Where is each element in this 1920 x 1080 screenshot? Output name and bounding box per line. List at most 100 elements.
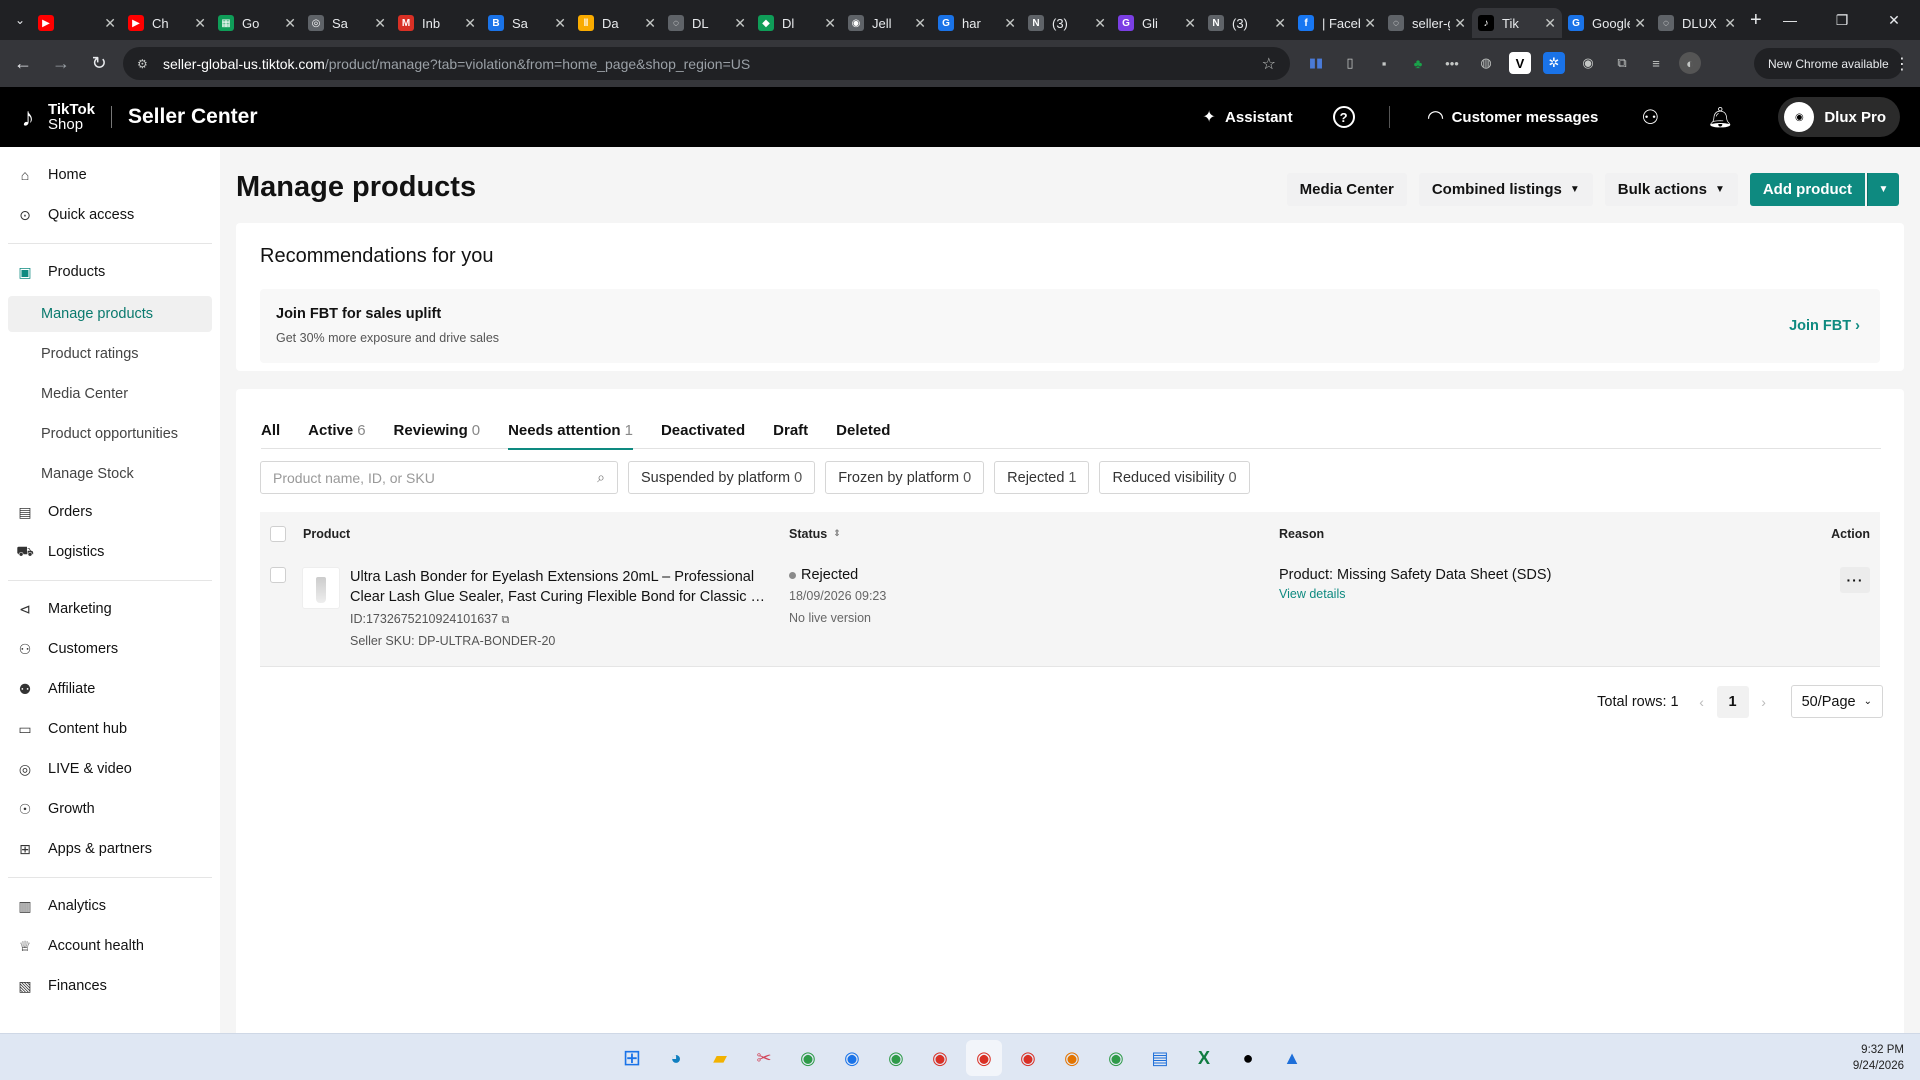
tab-close-icon[interactable]: ✕ (1544, 15, 1556, 32)
select-all-checkbox[interactable] (270, 525, 286, 542)
view-details-link[interactable]: View details (1279, 587, 1551, 601)
filter-chip-frozen-by-platform[interactable]: Frozen by platform 0 (825, 461, 985, 494)
help-icon[interactable]: ? (1332, 106, 1355, 128)
back-button[interactable]: ← (8, 53, 38, 74)
page-size-select[interactable]: 50/Page ⌄ (1790, 685, 1883, 718)
sidebar-item-logistics[interactable]: ⛟ Logistics (8, 532, 212, 572)
chrome-profile-icon[interactable]: ◉ (834, 1040, 870, 1076)
browser-tab[interactable]: ▦ Go ✕ (212, 8, 302, 38)
chrome-profile-icon[interactable]: ◉ (790, 1040, 826, 1076)
sidebar-item-marketing[interactable]: ⊲ Marketing (8, 589, 212, 629)
new-tab-button[interactable]: + (1750, 9, 1762, 32)
extension-leaf-icon[interactable]: ♣ (1407, 52, 1429, 74)
browser-tab[interactable]: ▶ Ch ✕ (122, 8, 212, 38)
add-product-button[interactable]: Add product (1749, 173, 1865, 206)
sidebar-sub-product-opportunities[interactable]: Product opportunities (8, 416, 212, 452)
browser-tab[interactable]: ‖ Da ✕ (572, 8, 662, 38)
tab-close-icon[interactable]: ✕ (1724, 15, 1736, 32)
sidebar-item-content-hub[interactable]: ▭ Content hub (8, 709, 212, 749)
tab-close-icon[interactable]: ✕ (554, 15, 566, 32)
extension-gear-icon[interactable]: ✲ (1543, 52, 1565, 74)
tab-close-icon[interactable]: ✕ (1094, 15, 1106, 32)
sidebar-item-live-video[interactable]: ◎ LIVE & video (8, 749, 212, 789)
assistant-button[interactable]: ✦ Assistant (1197, 105, 1292, 129)
chrome-active-icon[interactable]: ◉ (966, 1040, 1002, 1076)
tab-close-icon[interactable]: ✕ (464, 15, 476, 32)
tab-close-icon[interactable]: ✕ (1364, 15, 1376, 32)
chrome-profile-icon[interactable]: ◉ (1010, 1040, 1046, 1076)
search-icon[interactable]: ⌕ (597, 469, 605, 486)
user-account-menu[interactable]: ◉ Dlux Pro (1778, 97, 1900, 137)
photos-icon[interactable]: ▲ (1274, 1040, 1310, 1076)
sidebar-sub-media-center[interactable]: Media Center (8, 376, 212, 412)
browser-tab[interactable]: G Gli ✕ (1112, 8, 1202, 38)
window-app-icon[interactable]: ▤ (1142, 1040, 1178, 1076)
profile-avatar-icon[interactable]: ◐ (1679, 52, 1701, 74)
tab-all[interactable]: All (261, 411, 280, 449)
customer-messages-button[interactable]: ◠ Customer messages (1424, 105, 1598, 129)
add-product-dropdown[interactable]: ▼ (1867, 173, 1899, 206)
tab-close-icon[interactable]: ✕ (734, 15, 746, 32)
notification-bell-icon[interactable]: 🔔︎ (1708, 105, 1733, 129)
sidebar-item-analytics[interactable]: ▥ Analytics (8, 886, 212, 926)
media-center-button[interactable]: Media Center (1286, 173, 1407, 206)
edge-icon[interactable]: ◕ (658, 1040, 694, 1076)
minimize-button[interactable]: — (1764, 0, 1816, 40)
bulk-actions-button[interactable]: Bulk actions ▼ (1604, 173, 1738, 206)
close-window-button[interactable]: ✕ (1868, 0, 1920, 40)
combined-listings-button[interactable]: Combined listings ▼ (1418, 173, 1593, 206)
browser-tab[interactable]: B Sa ✕ (482, 8, 572, 38)
chrome-profile-icon[interactable]: ◉ (878, 1040, 914, 1076)
tab-deactivated[interactable]: Deactivated (661, 411, 745, 449)
tab-needs-attention[interactable]: Needs attention 1 (508, 411, 633, 450)
tab-close-icon[interactable]: ✕ (644, 15, 656, 32)
excel-icon[interactable]: X (1186, 1040, 1222, 1076)
tab-search-dropdown[interactable]: ⌄ (8, 13, 32, 27)
site-info-icon[interactable]: ⚙ (137, 57, 153, 71)
tab-close-icon[interactable]: ✕ (1634, 15, 1646, 32)
browser-tab[interactable]: G Google ✕ (1562, 8, 1652, 38)
chrome-menu-icon[interactable]: ⋮ (1894, 54, 1910, 74)
browser-tab[interactable]: f | Facebo✕ (1292, 8, 1382, 38)
browser-tab[interactable]: ◎ Sa ✕ (302, 8, 392, 38)
filter-chip-rejected[interactable]: Rejected 1 (994, 461, 1090, 494)
sidebar-sub-manage-products[interactable]: Manage products (8, 296, 212, 332)
snipping-tool-icon[interactable]: ✂ (746, 1040, 782, 1076)
extensions-puzzle-icon[interactable]: ⧉ (1611, 52, 1633, 74)
extension-chat-icon[interactable]: ◍ (1475, 52, 1497, 74)
page-number[interactable]: 1 (1716, 685, 1749, 718)
system-clock[interactable]: 9:32 PM 9/24/2026 (1853, 1042, 1904, 1074)
filter-chip-reduced-visibility[interactable]: Reduced visibility 0 (1099, 461, 1250, 494)
tab-close-icon[interactable]: ✕ (194, 15, 206, 32)
extension-globe-icon[interactable]: ◉ (1577, 52, 1599, 74)
sidebar-item-finances[interactable]: ▧ Finances (8, 966, 212, 1006)
browser-tab[interactable]: ▶ ✕ (32, 8, 122, 38)
extension-file-icon[interactable]: ▪ (1373, 52, 1395, 74)
browser-tab[interactable]: N (3) ✕ (1202, 8, 1292, 38)
media-controls-icon[interactable]: ≡ (1645, 52, 1667, 74)
browser-tab[interactable]: ◌ seller-g✕ (1382, 8, 1472, 38)
browser-tab[interactable]: N (3) ✕ (1022, 8, 1112, 38)
sidebar-item-growth[interactable]: ☉ Growth (8, 789, 212, 829)
column-status[interactable]: Status ⇕ (789, 527, 841, 541)
extension-chart-icon[interactable]: ▮▮ (1305, 52, 1327, 74)
tab-close-icon[interactable]: ✕ (824, 15, 836, 32)
browser-tab[interactable]: ◌ DL ✕ (662, 8, 752, 38)
sidebar-item-home[interactable]: ⌂ Home (8, 155, 212, 195)
tab-reviewing[interactable]: Reviewing 0 (394, 411, 481, 449)
tab-close-icon[interactable]: ✕ (1004, 15, 1016, 32)
bookmark-star-icon[interactable]: ☆ (1262, 54, 1276, 74)
browser-tab[interactable]: ♪ Tik ✕ (1472, 8, 1562, 38)
restore-button[interactable]: ❐ (1816, 0, 1868, 40)
address-bar[interactable]: ⚙ seller-global-us.tiktok.com/product/ma… (123, 47, 1290, 80)
next-page-icon[interactable]: › (1749, 694, 1779, 710)
extension-dots-icon[interactable]: ••• (1441, 52, 1463, 74)
browser-tab[interactable]: M Inb ✕ (392, 8, 482, 38)
tab-active[interactable]: Active 6 (308, 411, 365, 449)
product-name[interactable]: Ultra Lash Bonder for Eyelash Extensions… (350, 567, 770, 607)
sidebar-sub-manage-stock[interactable]: Manage Stock (8, 456, 212, 492)
tab-close-icon[interactable]: ✕ (374, 15, 386, 32)
chrome-profile-icon[interactable]: ◉ (1098, 1040, 1134, 1076)
new-chrome-available-button[interactable]: New Chrome available (1754, 48, 1903, 79)
search-input[interactable]: Product name, ID, or SKU ⌕ (260, 461, 618, 494)
